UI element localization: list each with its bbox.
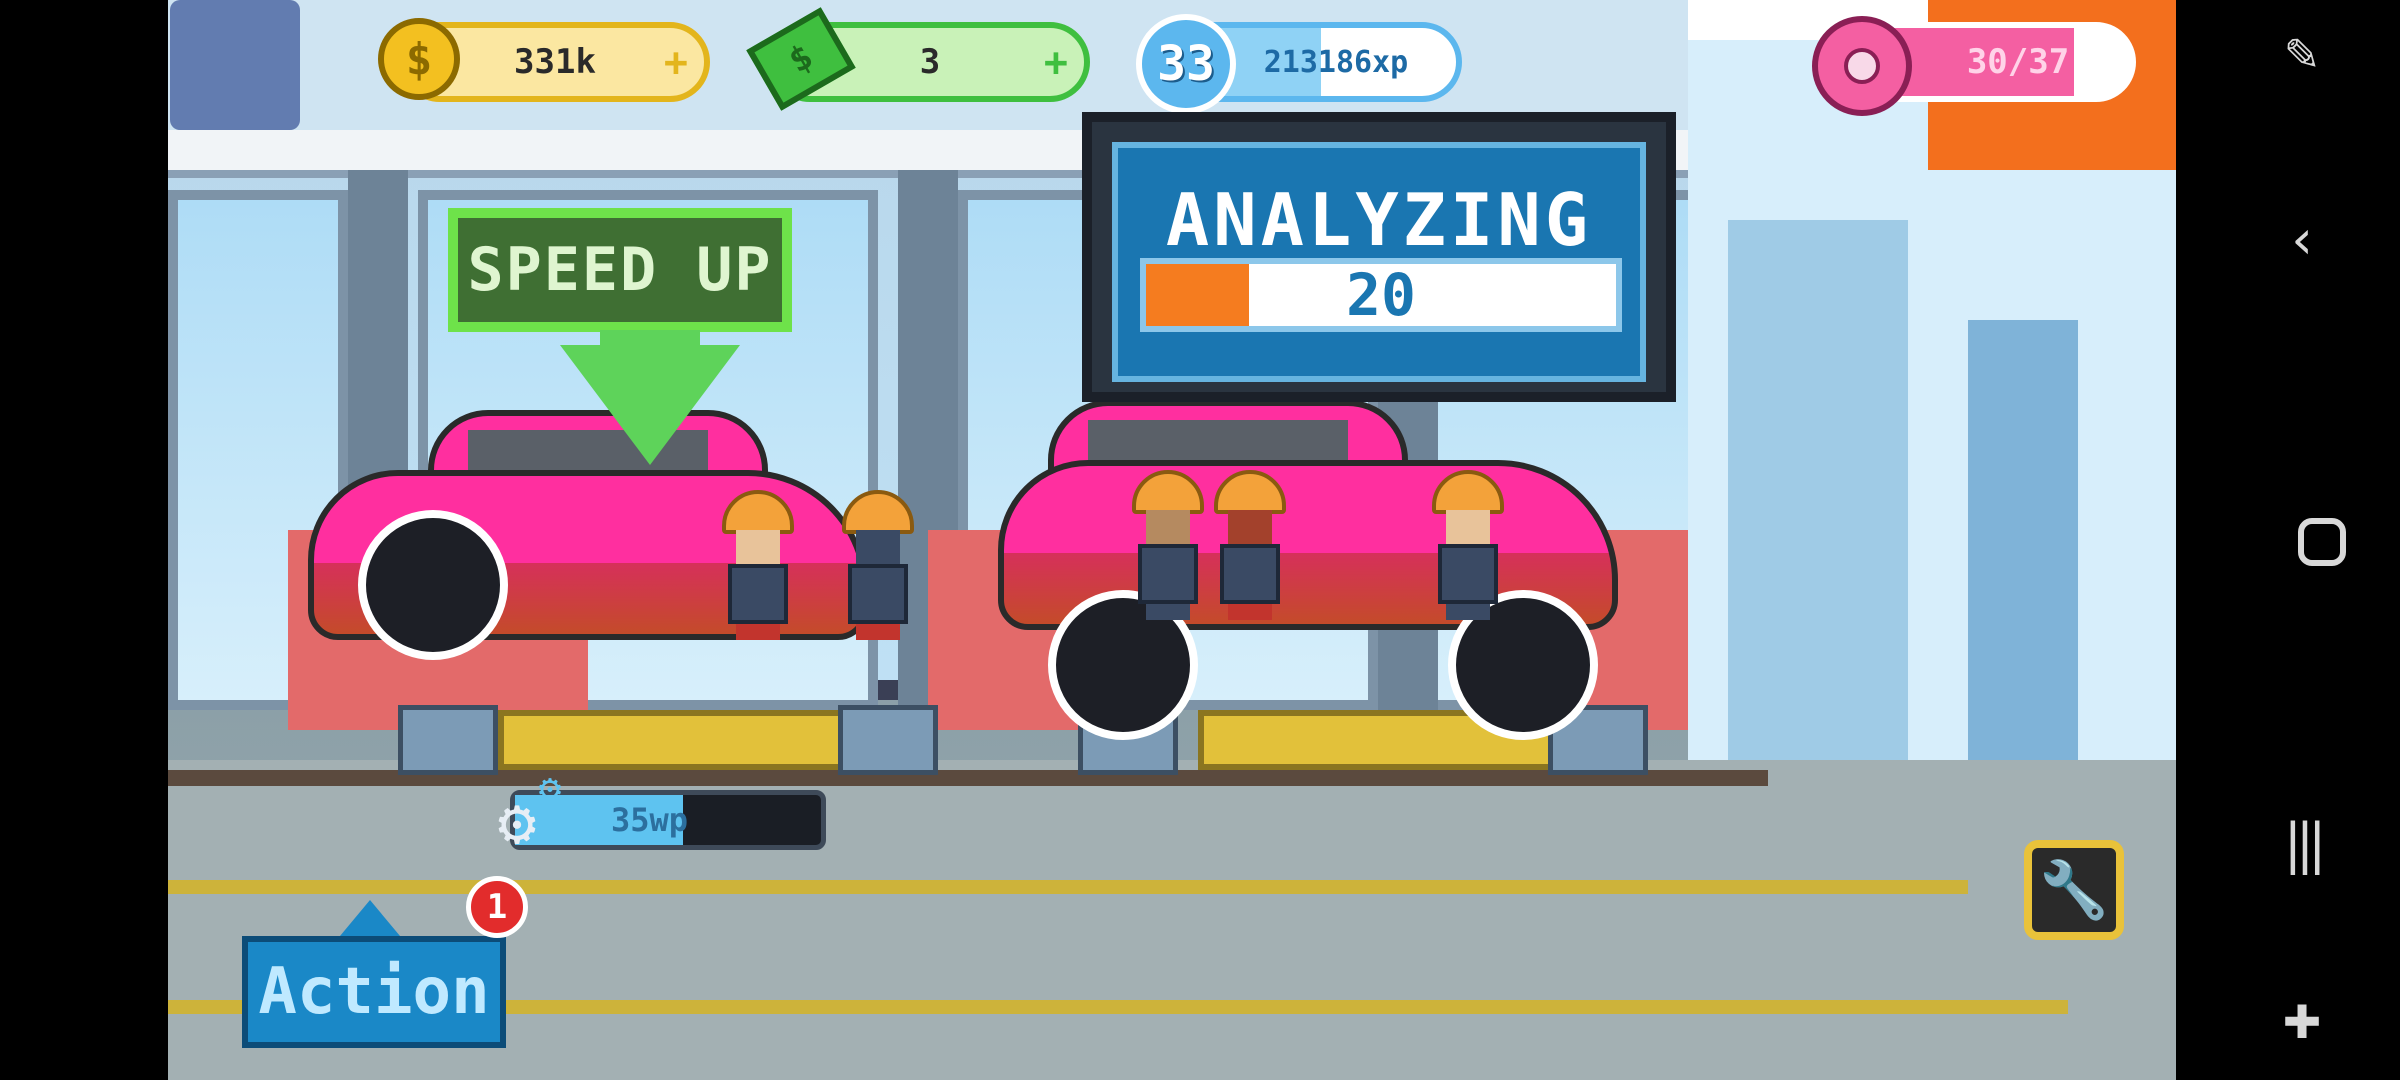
analyzing-title: ANALYZING — [1165, 178, 1593, 262]
game-tools-icon[interactable]: ✚ — [2270, 990, 2334, 1054]
back-icon[interactable]: ‹ — [2270, 208, 2334, 272]
player-avatar[interactable] — [170, 0, 300, 130]
cash-value: 3 — [919, 42, 941, 82]
add-cash-button[interactable]: + — [1044, 40, 1068, 86]
mechanic[interactable] — [1132, 470, 1204, 620]
level-icon[interactable]: 33 — [1136, 14, 1236, 114]
add-coins-button[interactable]: + — [664, 40, 688, 86]
speed-up-label: SPEED UP — [467, 235, 773, 305]
analyzing-progress-bar: 20 — [1140, 258, 1622, 332]
screenshot-tool-icon[interactable]: ✎ — [2270, 24, 2334, 88]
floor-marking — [168, 880, 1968, 894]
level-value: 33 — [1157, 36, 1215, 92]
analyzing-panel[interactable]: ANALYZING 20 — [1082, 112, 1676, 402]
arrow-down-icon — [560, 345, 740, 465]
coins-value: 331k — [514, 42, 596, 82]
badge-count: 1 — [486, 887, 508, 927]
mechanic[interactable] — [1432, 470, 1504, 620]
workpoints-value: 35wp — [611, 801, 689, 839]
mechanic[interactable] — [842, 490, 914, 640]
donut-value: 30/37 — [1966, 42, 2070, 82]
action-button[interactable]: Action — [242, 936, 506, 1048]
mechanic[interactable] — [722, 490, 794, 640]
car-wheel — [358, 510, 508, 660]
coin-icon: $ — [378, 18, 460, 100]
analyzing-value: 20 — [1346, 261, 1416, 329]
lift-base — [398, 705, 498, 775]
wrench-icon[interactable]: 🔧 — [2024, 840, 2124, 940]
speed-up-button[interactable]: SPEED UP — [448, 208, 792, 332]
gear-icon: ⚙ — [538, 766, 562, 810]
arrow-up-icon — [340, 900, 400, 936]
system-navigation-bar — [2176, 0, 2400, 1080]
recents-icon[interactable]: ||| — [2270, 812, 2334, 876]
mechanic[interactable] — [1214, 470, 1286, 620]
notification-badge: 1 — [466, 876, 528, 938]
donut-icon — [1812, 16, 1912, 116]
action-label: Action — [258, 955, 490, 1029]
lift-base — [838, 705, 938, 775]
home-icon[interactable] — [2298, 518, 2346, 566]
